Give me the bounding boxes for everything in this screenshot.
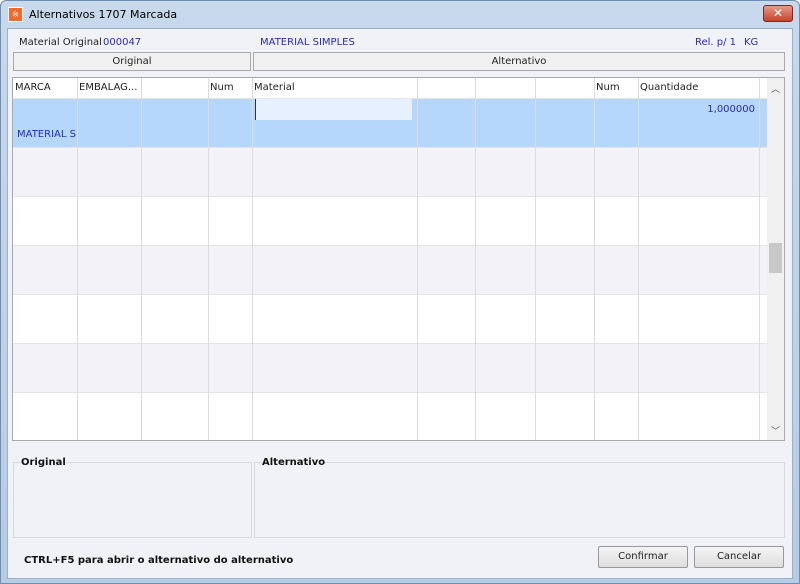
original-group: Original [13,457,252,538]
material-code: 000047 [103,37,142,48]
column-header[interactable]: MARCA [15,82,51,93]
material-original-label: Material Original [19,37,102,48]
column-divider [475,78,476,440]
alternativo-section-header: Alternativo [253,52,785,71]
column-divider [77,78,78,440]
scroll-down-icon[interactable]: ﹀ [771,424,780,437]
scrollbar-thumb[interactable] [769,243,782,273]
table-row[interactable] [13,147,767,196]
material-name: MATERIAL SIMPLES [260,37,355,48]
table-row[interactable] [13,196,767,245]
column-divider [417,78,418,440]
column-divider [535,78,536,440]
app-logo-icon: ※ [8,7,23,22]
table-row[interactable] [13,343,767,392]
table-row[interactable]: MATERIAL SI 1,000000 [13,98,767,147]
cancel-button[interactable]: Cancelar [694,546,784,568]
title-bar: ※ Alternativos 1707 Marcada ✕ [1,1,799,28]
table-row[interactable] [13,245,767,294]
quantidade-cell: 1,000000 [707,104,755,115]
alternativo-group: Alternativo [254,457,785,538]
material-edit-input[interactable] [255,99,412,120]
shortcut-hint: CTRL+F5 para abrir o alternativo do alte… [24,555,294,566]
column-divider [252,78,253,440]
confirm-button[interactable]: Confirmar [598,546,688,568]
table-row[interactable] [13,392,767,440]
column-divider [594,78,595,440]
table-row[interactable] [13,294,767,343]
marca-cell: MATERIAL SI [17,129,77,140]
column-divider [208,78,209,440]
column-header[interactable]: EMBALAG... [79,82,137,93]
alternativo-group-title: Alternativo [262,457,326,468]
column-header[interactable]: Material [254,82,295,93]
original-section-header: Original [13,52,251,71]
column-divider [638,78,639,440]
alternatives-grid[interactable]: ︿ ﹀ MATERIAL SI 1,000000 MARCA EMBALAG... Nu… [12,77,785,441]
column-header[interactable]: Quantidade [640,82,698,93]
window-title: Alternativos 1707 Marcada [29,8,178,21]
column-divider [759,78,760,440]
column-divider [141,78,142,440]
vertical-scrollbar[interactable]: ︿ ﹀ [767,78,784,440]
close-button[interactable]: ✕ [763,5,793,22]
unit-label: KG [744,37,759,48]
original-group-title: Original [21,457,66,468]
relation-label: Rel. p/ 1 [695,37,737,48]
scroll-up-icon[interactable]: ︿ [771,82,780,95]
column-header[interactable]: Num [596,82,620,93]
column-header[interactable]: Num [210,82,234,93]
